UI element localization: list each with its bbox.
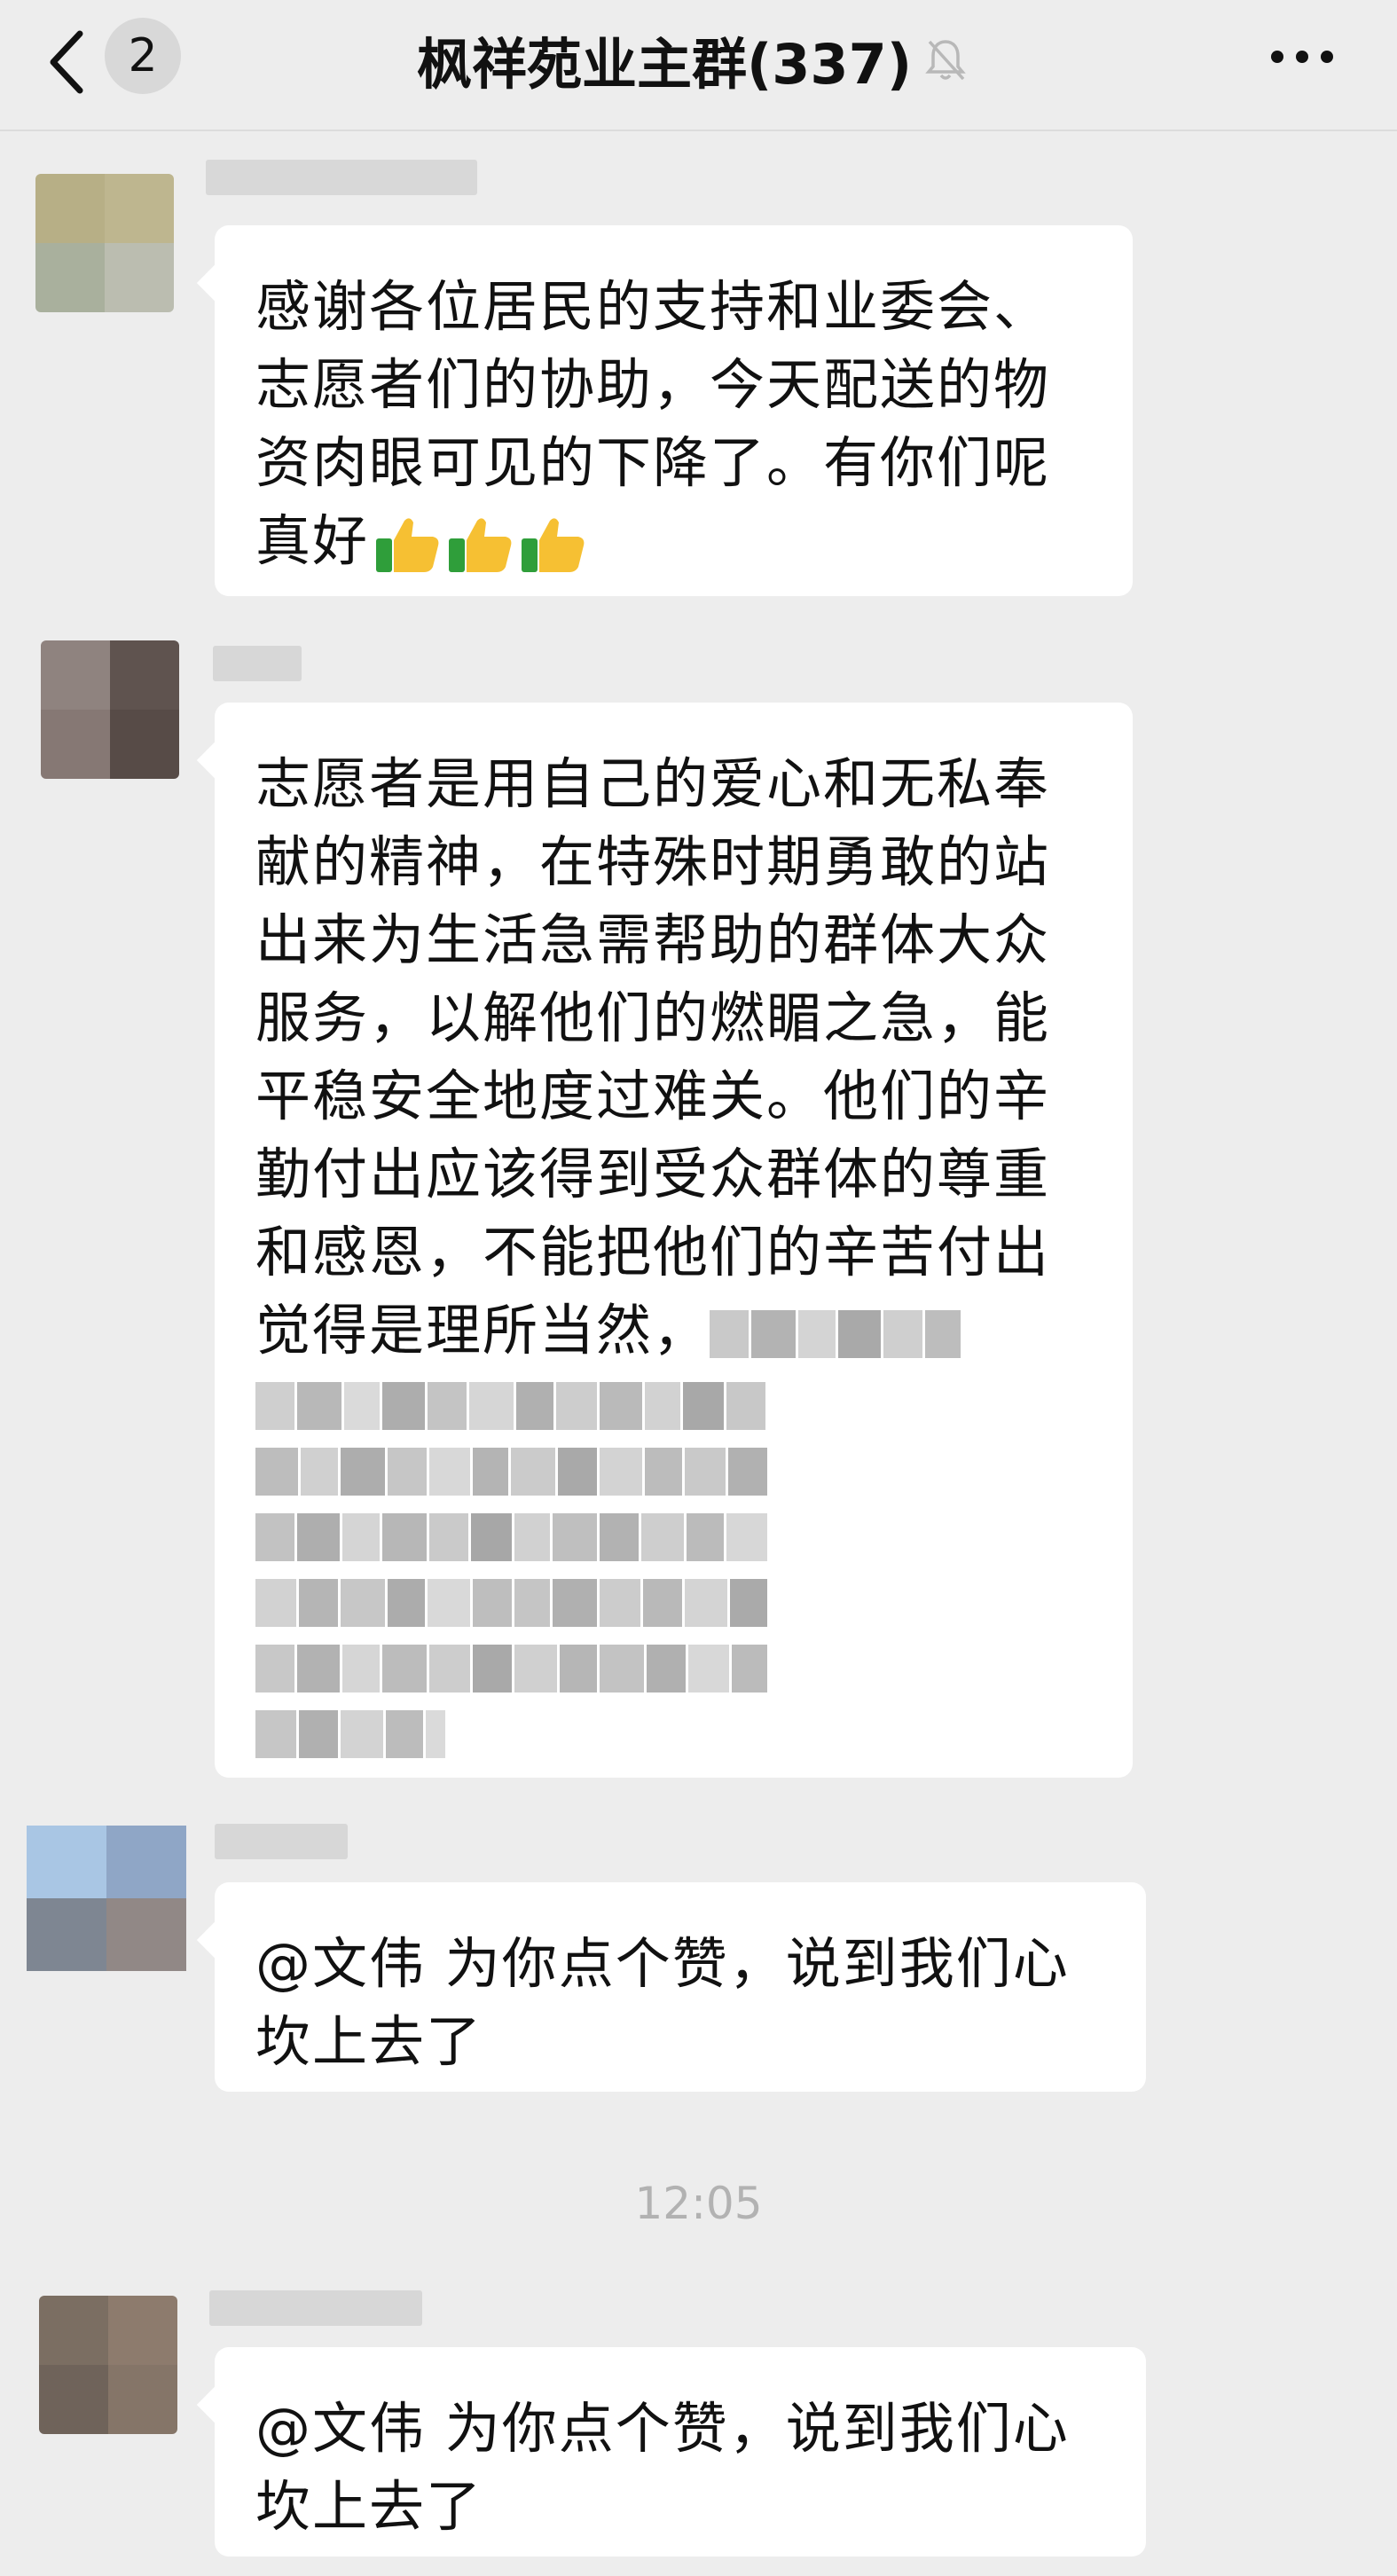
message-text-line: 服务，以解他们的燃睸之急，能 xyxy=(255,986,1051,1050)
pixelated-text xyxy=(255,1710,1092,1763)
message-text-line: 坎上去了 xyxy=(255,2009,483,2074)
message-text-line: 志愿者是用自己的爱心和无私奉 xyxy=(255,751,1051,816)
pixelated-text xyxy=(255,1448,1092,1501)
pixelated-text xyxy=(255,1645,1092,1698)
message-text-line: 坎上去了 xyxy=(255,2474,483,2539)
message-text-line: 感谢各位居民的支持和业委会、 xyxy=(255,274,1051,339)
unread-count-badge[interactable]: 2 xyxy=(105,18,181,94)
chat-title-container: 枫祥苑业主群(337) xyxy=(266,20,1118,99)
message-text-line: 献的精神，在特殊时期勇敢的站 xyxy=(255,829,1051,894)
message-text-line: 和感恩，不能把他们的辛苦付出 xyxy=(255,1220,1051,1284)
chat-header: 2 枫祥苑业主群(337) xyxy=(0,0,1397,131)
sender-name xyxy=(209,2290,422,2326)
sender-name xyxy=(206,160,477,195)
message-text-line: 出来为生活急需帮助的群体大众 xyxy=(255,907,1051,972)
message-text-line: 志愿者们的协助，今天配送的物 xyxy=(255,352,1051,417)
message-text-line: @文伟 为你点个赞，说到我们心 xyxy=(255,1931,1070,1996)
avatar[interactable] xyxy=(41,640,179,779)
bell-off-icon xyxy=(925,40,966,81)
message-text-line: @文伟 为你点个赞，说到我们心 xyxy=(255,2396,1070,2461)
avatar[interactable] xyxy=(35,174,174,312)
message-text-line: 资肉眼可见的下降了。有你们呢 xyxy=(255,430,1051,495)
sender-name xyxy=(213,646,302,681)
time-divider: 12:05 xyxy=(634,2178,763,2229)
message-text-line: 觉得是理所当然， xyxy=(255,1298,710,1363)
message-bubble[interactable]: 志愿者是用自己的爱心和无私奉 献的精神，在特殊时期勇敢的站 出来为生活急需帮助的… xyxy=(215,703,1133,1778)
more-dots-icon[interactable] xyxy=(1268,44,1336,69)
message-text-line: 勤付出应该得到受众群体的尊重 xyxy=(255,1142,1051,1206)
pixelated-text xyxy=(255,1579,1092,1632)
pixelated-text xyxy=(255,1382,1092,1435)
pixelated-text xyxy=(710,1309,963,1358)
sender-name xyxy=(215,1824,348,1859)
thumbs-up-emoji xyxy=(522,518,585,572)
message-text-line: 平稳安全地度过难关。他们的辛 xyxy=(255,1064,1051,1128)
pixelated-text xyxy=(255,1513,1092,1567)
message-bubble[interactable]: 感谢各位居民的支持和业委会、 志愿者们的协助，今天配送的物 资肉眼可见的下降了。… xyxy=(215,225,1133,596)
message-bubble[interactable]: @文伟 为你点个赞，说到我们心 坎上去了 xyxy=(215,2347,1146,2556)
avatar[interactable] xyxy=(39,2296,177,2434)
avatar[interactable] xyxy=(27,1826,186,1971)
chevron-left-icon[interactable] xyxy=(44,27,98,98)
thumbs-up-emoji xyxy=(449,518,512,572)
chat-title: 枫祥苑业主群(337) xyxy=(416,32,913,97)
thumbs-up-emoji xyxy=(376,518,439,572)
message-bubble[interactable]: @文伟 为你点个赞，说到我们心 坎上去了 xyxy=(215,1882,1146,2092)
message-text-line: 真好 xyxy=(255,508,370,573)
